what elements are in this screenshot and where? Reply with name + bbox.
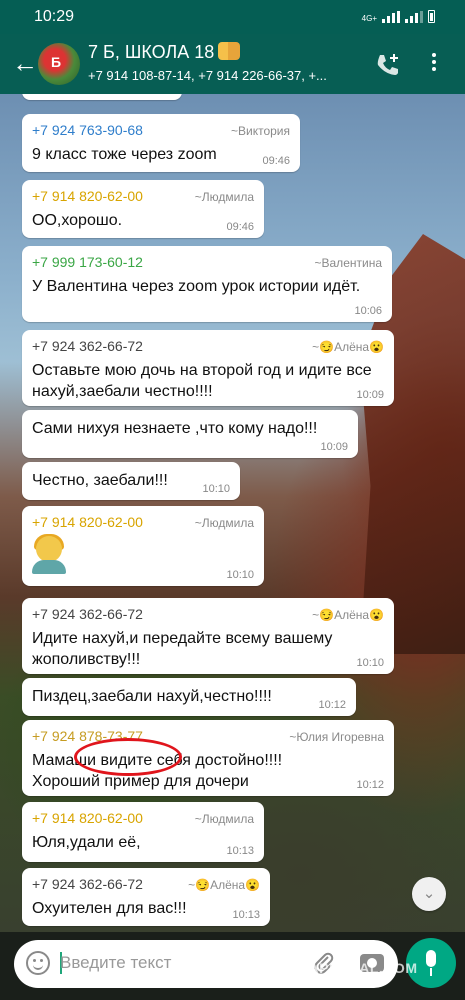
status-time: 10:29 bbox=[34, 8, 75, 25]
sender-phone[interactable]: +7 914 820-62-00 bbox=[32, 188, 143, 204]
message-time: 10:13 bbox=[226, 845, 254, 857]
message-bubble[interactable]: +7 914 820-62-00 ~Людмила Юля,удали её, … bbox=[22, 802, 264, 862]
group-avatar[interactable] bbox=[38, 43, 80, 85]
sender-phone[interactable]: +7 924 362-66-72 bbox=[32, 876, 143, 892]
sender-phone[interactable]: +7 924 763-90-68 bbox=[32, 122, 143, 138]
sender-alias: ~Людмила bbox=[194, 812, 254, 826]
signal-icon bbox=[382, 11, 400, 23]
group-title-text: 7 Б, ШКОЛА 18 bbox=[88, 42, 215, 62]
scroll-down-button[interactable]: ⌄ bbox=[412, 877, 446, 911]
sender-phone[interactable]: +7 914 820-62-00 bbox=[32, 810, 143, 826]
message-bubble[interactable]: +7 924 362-66-72 ~😏Алёна😮 Охуителен для … bbox=[22, 868, 270, 926]
sender-alias: ~😏Алёна😮 bbox=[312, 340, 384, 354]
message-bubble[interactable]: +7 999 173-60-12 ~Валентина У Валентина … bbox=[22, 246, 392, 322]
message-bubble[interactable]: Честно, заебали!!! 10:10 bbox=[22, 462, 240, 500]
sender-alias: ~Людмила bbox=[194, 516, 254, 530]
sender-alias: ~😏Алёна😮 bbox=[312, 608, 384, 622]
message-input[interactable]: Введите текст bbox=[60, 953, 171, 973]
status-icons: 4G+ bbox=[362, 10, 435, 23]
group-title[interactable]: 7 Б, ШКОЛА 18 bbox=[88, 42, 241, 63]
message-sender: +7 914 820-62-00 ~Людмила bbox=[32, 810, 254, 826]
emoji-icon[interactable] bbox=[26, 951, 50, 975]
message-sender: +7 924 362-66-72 ~😏Алёна😮 bbox=[32, 876, 260, 892]
sender-phone[interactable]: +7 924 362-66-72 bbox=[32, 338, 143, 354]
message-text: Оставьте мою дочь на второй год и идите … bbox=[32, 362, 372, 400]
message-sender: +7 924 362-66-72 ~😏Алёна😮 bbox=[32, 338, 384, 354]
watermark: YAPLAKAL.COM bbox=[300, 960, 418, 976]
message-bubble-partial bbox=[22, 94, 182, 100]
message-bubble[interactable]: +7 914 820-62-00 ~Людмила ОО,хорошо. 09:… bbox=[22, 180, 264, 238]
message-time: 10:09 bbox=[356, 389, 384, 401]
message-bubble[interactable]: +7 914 820-62-00 ~Людмила 10:10 bbox=[22, 506, 264, 586]
chevron-double-down-icon: ⌄ bbox=[422, 885, 436, 902]
sender-alias: ~😏Алёна😮 bbox=[188, 878, 260, 892]
message-bubble[interactable]: +7 924 763-90-68 ~Виктория 9 класс тоже … bbox=[22, 114, 300, 172]
message-time: 10:09 bbox=[320, 441, 348, 453]
composer-bar: Введите текст YAPLAKAL.COM bbox=[0, 932, 465, 1000]
message-time: 10:10 bbox=[202, 483, 230, 495]
message-text: Идите нахуй,и передайте всему вашему жоп… bbox=[32, 630, 333, 668]
message-text: Пиздец,заебали нахуй,честно!!!! bbox=[32, 688, 272, 705]
more-vertical-icon[interactable] bbox=[424, 50, 444, 78]
message-bubble[interactable]: Пиздец,заебали нахуй,честно!!!! 10:12 bbox=[22, 678, 356, 716]
message-text: Сами нихуя незнаете ,что кому надо!!! bbox=[32, 420, 318, 437]
message-time: 10:10 bbox=[226, 569, 254, 581]
message-bubble[interactable]: +7 924 362-66-72 ~😏Алёна😮 Идите нахуй,и … bbox=[22, 598, 394, 674]
phone-plus-icon[interactable] bbox=[374, 52, 402, 78]
red-annotation-circle bbox=[74, 738, 182, 776]
message-sender: +7 914 820-62-00 ~Людмила bbox=[32, 514, 254, 530]
sender-phone[interactable]: +7 924 362-66-72 bbox=[32, 606, 143, 622]
message-text: Охуителен для вас!!! bbox=[32, 900, 187, 917]
message-sender: +7 914 820-62-00 ~Людмила bbox=[32, 188, 254, 204]
sender-phone[interactable]: +7 999 173-60-12 bbox=[32, 254, 143, 270]
message-text: ОО,хорошо. bbox=[32, 212, 123, 229]
message-time: 10:10 bbox=[356, 657, 384, 669]
message-time: 10:06 bbox=[354, 305, 382, 317]
message-time: 10:12 bbox=[356, 779, 384, 791]
message-time: 10:12 bbox=[318, 699, 346, 711]
arrow-left-icon[interactable]: ← bbox=[12, 48, 38, 78]
signal-2-icon bbox=[405, 11, 423, 23]
message-sender: +7 999 173-60-12 ~Валентина bbox=[32, 254, 382, 270]
people-emoji-icon bbox=[218, 42, 241, 60]
chat-header: ← 7 Б, ШКОЛА 18 +7 914 108-87-14, +7 914… bbox=[0, 34, 465, 94]
sender-alias: ~Виктория bbox=[230, 124, 290, 138]
message-bubble[interactable]: +7 924 362-66-72 ~😏Алёна😮 Оставьте мою д… bbox=[22, 330, 394, 406]
message-sender: +7 924 878-73-77 ~Юлия Игоревна bbox=[32, 728, 384, 744]
message-time: 09:46 bbox=[262, 155, 290, 167]
status-bar: 10:29 4G+ bbox=[0, 0, 465, 34]
sender-alias: ~Людмила bbox=[194, 190, 254, 204]
message-sender: +7 924 362-66-72 ~😏Алёна😮 bbox=[32, 606, 384, 622]
message-text: У Валентина через zoom урок истории идёт… bbox=[32, 278, 361, 295]
battery-icon bbox=[428, 10, 435, 23]
message-time: 10:13 bbox=[232, 909, 260, 921]
woman-facepalming-icon bbox=[32, 534, 66, 574]
chat-area[interactable]: +7 924 763-90-68 ~Виктория 9 класс тоже … bbox=[0, 94, 465, 932]
network-type: 4G+ bbox=[361, 14, 377, 23]
message-bubble[interactable]: Сами нихуя незнаете ,что кому надо!!! 10… bbox=[22, 410, 358, 458]
group-participants[interactable]: +7 914 108-87-14, +7 914 226-66-37, +... bbox=[88, 68, 358, 83]
message-time: 09:46 bbox=[226, 221, 254, 233]
sender-alias: ~Юлия Игоревна bbox=[289, 730, 384, 744]
message-text: Юля,удали её, bbox=[32, 834, 141, 851]
sender-phone[interactable]: +7 914 820-62-00 bbox=[32, 514, 143, 530]
message-text: Честно, заебали!!! bbox=[32, 472, 168, 489]
sender-alias: ~Валентина bbox=[314, 256, 383, 270]
message-sender: +7 924 763-90-68 ~Виктория bbox=[32, 122, 290, 138]
message-text: 9 класс тоже через zoom bbox=[32, 146, 217, 163]
